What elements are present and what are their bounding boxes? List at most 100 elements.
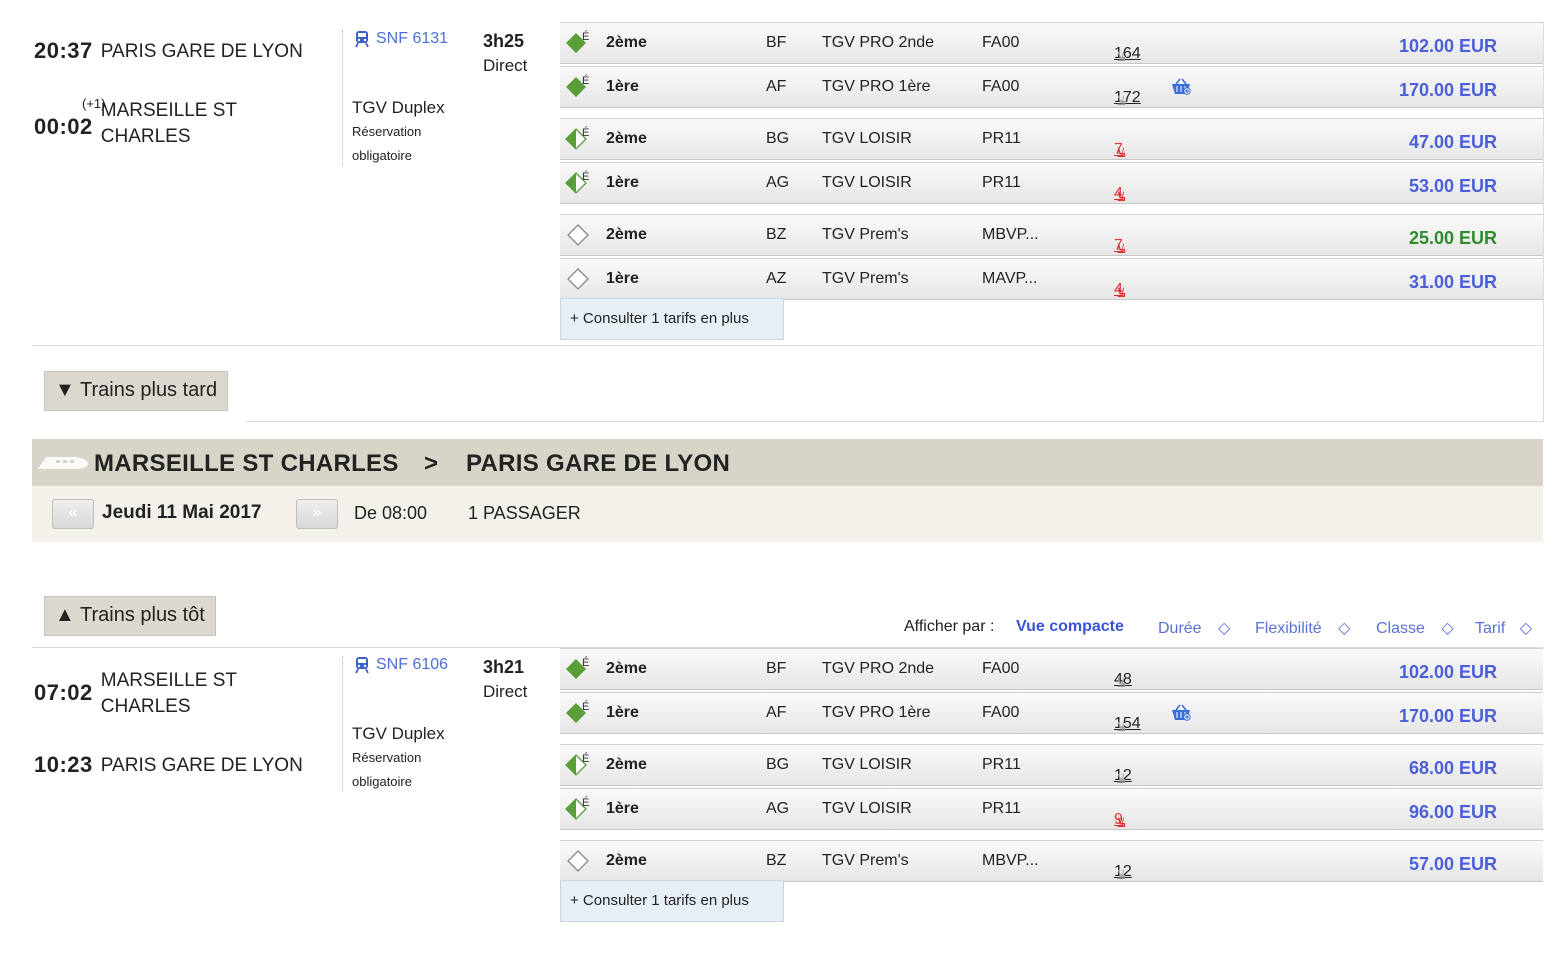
- fare-class: 1ère: [606, 704, 639, 721]
- fare-class: 2ème: [606, 130, 647, 147]
- train-number[interactable]: SNF 6106: [376, 656, 448, 674]
- fare-tariff-code: PR11: [982, 130, 1021, 147]
- fare-tariff-code: PR11: [982, 174, 1021, 191]
- return-date-bar: « Jeudi 11 Mai 2017 » De 08:00 1 PASSAGE…: [32, 486, 1543, 542]
- sort-fare-label: Tarif: [1475, 620, 1506, 637]
- fare-tariff-code: MBVP...: [982, 226, 1039, 243]
- train-type: TGV Duplex: [352, 98, 445, 117]
- fare-product: TGV LOISIR: [822, 800, 912, 817]
- fare-class: 1ère: [606, 800, 639, 817]
- arrival-station: PARIS GARE DE LYON: [100, 755, 303, 776]
- reservation-line1: Réservation: [352, 124, 422, 139]
- fare-price[interactable]: 31.00 EUR: [1409, 272, 1497, 293]
- seat-icon: [1114, 715, 1127, 733]
- fare-price[interactable]: 25.00 EUR: [1409, 228, 1497, 249]
- arrival-time: 10:23: [34, 752, 93, 777]
- seat-icon: [1114, 45, 1127, 63]
- next-day-button[interactable]: »: [296, 499, 338, 529]
- fare-price[interactable]: 47.00 EUR: [1409, 132, 1497, 153]
- sort-duration[interactable]: Durée ◇: [1158, 618, 1230, 638]
- svg-text:É: É: [582, 796, 589, 809]
- fare-product: TGV Prem's: [822, 270, 909, 287]
- fare-product: TGV LOISIR: [822, 756, 912, 773]
- fare-row[interactable]: 2ème BZ TGV Prem's MBVP... 7 25.00 EUR: [560, 214, 1543, 256]
- fare-price[interactable]: 102.00 EUR: [1399, 36, 1497, 57]
- earlier-trains-button[interactable]: ▲ Trains plus tôt: [44, 596, 216, 636]
- fare-row[interactable]: É 2ème BF TGV PRO 2nde FA00 164 102.00 EUR: [560, 22, 1543, 64]
- fare-row[interactable]: É 1ère AF TGV PRO 1ère FA00 172 170.00 EUR: [560, 66, 1543, 108]
- more-fares-button[interactable]: + Consulter 1 tarifs en plus: [560, 880, 784, 922]
- sort-duration-label: Durée: [1158, 620, 1202, 637]
- seat-icon: [1114, 185, 1127, 203]
- fare-tariff-code: PR11: [982, 800, 1021, 817]
- fare-product: TGV PRO 1ère: [822, 704, 931, 721]
- sort-class[interactable]: Classe ◇: [1376, 618, 1454, 638]
- svg-text:É: É: [582, 170, 589, 183]
- fare-row[interactable]: É 2ème BF TGV PRO 2nde FA00 48 102.00 EUR: [560, 648, 1543, 690]
- seat-icon: [1114, 281, 1127, 299]
- fare-product: TGV LOISIR: [822, 174, 912, 191]
- train-number-link[interactable]: SNF 6106: [354, 656, 448, 674]
- fare-product: TGV Prem's: [822, 226, 909, 243]
- fare-e-diamond-icon: É: [564, 29, 592, 57]
- fare-row[interactable]: É 2ème BG TGV LOISIR PR11 12 68.00 EUR: [560, 744, 1543, 786]
- fare-code: BG: [766, 130, 790, 147]
- fare-code: BZ: [766, 226, 787, 243]
- train-icon: [355, 657, 369, 674]
- fare-half-e-diamond-icon: É: [564, 751, 592, 779]
- fare-price[interactable]: 170.00 EUR: [1399, 80, 1497, 101]
- fare-row[interactable]: 2ème BZ TGV Prem's MBVP... 12 57.00 EUR: [560, 840, 1543, 882]
- departure-station: PARIS GARE DE LYON: [100, 41, 303, 62]
- fare-class: 1ère: [606, 174, 639, 191]
- fare-row[interactable]: É 1ère AG TGV LOISIR PR11 9 96.00 EUR: [560, 788, 1543, 830]
- fare-code: BG: [766, 756, 790, 773]
- sort-arrows-icon: ◇: [1338, 620, 1351, 637]
- return-route-header: MARSEILLE ST CHARLES > PARIS GARE DE LYO…: [32, 439, 1543, 486]
- basket-icon[interactable]: [1170, 77, 1192, 102]
- more-fares-button[interactable]: + Consulter 1 tarifs en plus: [560, 298, 784, 340]
- train-silhouette-icon: [38, 457, 88, 469]
- fare-row[interactable]: 1ère AZ TGV Prem's MAVP... 4 31.00 EUR: [560, 258, 1543, 300]
- fare-row[interactable]: É 1ère AF TGV PRO 1ère FA00 154 170.00 EUR: [560, 692, 1543, 734]
- departure-station-line1: MARSEILLE ST: [100, 670, 237, 691]
- arrival-station-line1: MARSEILLE ST: [100, 100, 237, 121]
- fare-price[interactable]: 57.00 EUR: [1409, 854, 1497, 875]
- fare-price[interactable]: 96.00 EUR: [1409, 802, 1497, 823]
- sort-compact-view[interactable]: Vue compacte: [1016, 618, 1124, 636]
- fare-empty-diamond-icon: [564, 847, 592, 875]
- later-trains-button[interactable]: ▼ Trains plus tard: [44, 371, 229, 411]
- previous-day-button[interactable]: «: [52, 499, 94, 529]
- svg-text:É: É: [582, 752, 589, 765]
- fare-e-diamond-icon: É: [564, 655, 592, 683]
- train-number[interactable]: SNF 6131: [376, 30, 448, 48]
- fare-row[interactable]: É 2ème BG TGV LOISIR PR11 7 47.00 EUR: [560, 118, 1543, 160]
- sort-fare[interactable]: Tarif ◇: [1475, 618, 1532, 638]
- train-number-link[interactable]: SNF 6131: [354, 30, 448, 48]
- reservation-line2: obligatoire: [352, 774, 412, 789]
- fare-price[interactable]: 170.00 EUR: [1399, 706, 1497, 727]
- fare-class: 2ème: [606, 660, 647, 677]
- fare-price[interactable]: 53.00 EUR: [1409, 176, 1497, 197]
- fare-empty-diamond-icon: [564, 221, 592, 249]
- fare-code: AG: [766, 174, 790, 191]
- fare-price[interactable]: 102.00 EUR: [1399, 662, 1497, 683]
- train-type: TGV Duplex: [352, 724, 445, 743]
- fare-product: TGV Prem's: [822, 852, 909, 869]
- seat-icon: [1114, 863, 1127, 881]
- fare-half-e-diamond-icon: É: [564, 125, 592, 153]
- seat-icon: [1114, 89, 1127, 107]
- fare-row[interactable]: É 1ère AG TGV LOISIR PR11 4 53.00 EUR: [560, 162, 1543, 204]
- fare-tariff-code: FA00: [982, 34, 1020, 51]
- seat-icon: [1114, 811, 1127, 829]
- sort-flexibility[interactable]: Flexibilité ◇: [1255, 618, 1350, 638]
- fare-product: TGV PRO 2nde: [822, 34, 935, 51]
- fare-price[interactable]: 68.00 EUR: [1409, 758, 1497, 779]
- fare-tariff-code: FA00: [982, 78, 1020, 95]
- fare-code: BF: [766, 34, 787, 51]
- departure-from-time: De 08:00: [354, 503, 428, 523]
- fare-code: AG: [766, 800, 790, 817]
- fare-code: AF: [766, 78, 787, 95]
- fare-e-diamond-icon: É: [564, 73, 592, 101]
- basket-icon[interactable]: [1170, 703, 1192, 728]
- arrival-station-line2: CHARLES: [100, 126, 191, 147]
